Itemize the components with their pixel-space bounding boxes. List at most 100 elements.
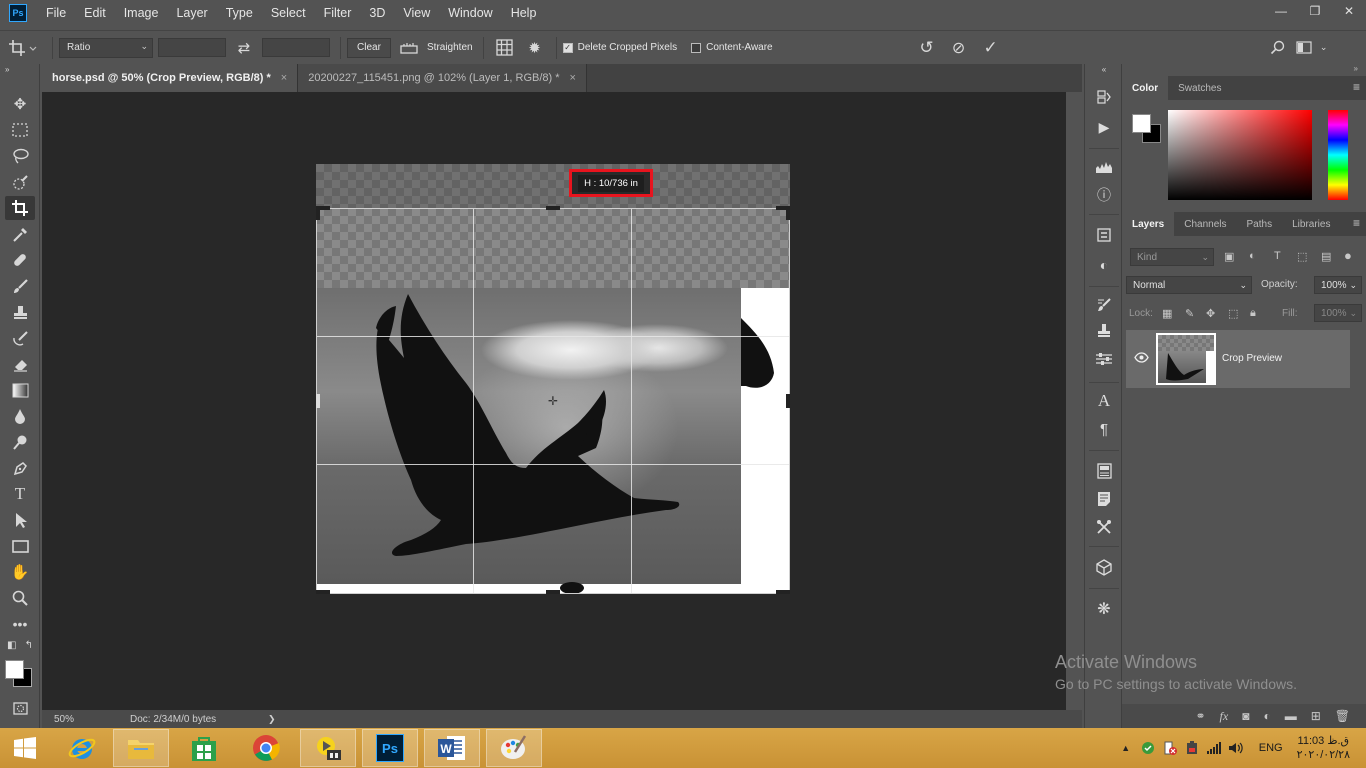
reset-icon[interactable]: ↺ xyxy=(911,38,943,58)
quick-selection-tool-icon[interactable] xyxy=(5,170,35,194)
crop-handle-top-left[interactable] xyxy=(316,206,320,220)
crop-handle-top[interactable] xyxy=(546,206,560,210)
tool-presets-panel-icon[interactable] xyxy=(1092,348,1116,370)
swap-icon[interactable]: ⇄ xyxy=(226,39,262,57)
menu-edit[interactable]: Edit xyxy=(75,0,115,26)
crop-handle-bottom[interactable] xyxy=(546,590,560,594)
photoshop-taskbar-icon[interactable]: Ps xyxy=(362,729,418,767)
menu-layer[interactable]: Layer xyxy=(167,0,216,26)
brush-tool-icon[interactable] xyxy=(5,274,35,298)
delete-layer-icon[interactable]: 🗑︎ xyxy=(1335,709,1350,723)
libraries-panel-icon[interactable] xyxy=(1092,460,1116,482)
file-explorer-icon[interactable] xyxy=(113,729,169,767)
zoom-tool-icon[interactable] xyxy=(5,586,35,610)
clone-stamp-tool-icon[interactable] xyxy=(5,300,35,324)
collapse-arrows-icon[interactable]: » xyxy=(5,64,35,74)
panel-menu-icon[interactable]: ≡ xyxy=(1353,216,1360,230)
menu-image[interactable]: Image xyxy=(115,0,168,26)
close-icon[interactable]: × xyxy=(570,72,576,84)
tools-panel-icon[interactable] xyxy=(1092,516,1116,538)
rectangle-tool-icon[interactable] xyxy=(5,534,35,558)
straighten-icon[interactable] xyxy=(391,41,427,55)
content-aware-checkbox[interactable] xyxy=(691,42,702,53)
clock[interactable]: 11:03 ق.ظ ۲۰۲۰/۰۲/۲۸ xyxy=(1297,734,1350,762)
start-button[interactable] xyxy=(0,729,50,767)
crop-handle-bottom-right[interactable] xyxy=(776,590,790,594)
blur-tool-icon[interactable] xyxy=(5,404,35,428)
ratio-width-input[interactable] xyxy=(158,38,226,57)
tab-swatches[interactable]: Swatches xyxy=(1168,76,1231,100)
healing-brush-tool-icon[interactable] xyxy=(5,248,35,272)
history-panel-icon[interactable] xyxy=(1092,86,1116,108)
tab-layers[interactable]: Layers xyxy=(1122,212,1175,236)
word-icon[interactable]: W xyxy=(424,729,480,767)
3d-panel-icon[interactable] xyxy=(1092,556,1116,578)
foreground-color-swatch[interactable] xyxy=(1132,114,1151,133)
fill-input[interactable]: 100% ⌄ xyxy=(1314,304,1362,322)
path-selection-tool-icon[interactable] xyxy=(5,508,35,532)
tab-20200227-png[interactable]: 20200227_115451.png @ 102% (Layer 1, RGB… xyxy=(298,64,587,92)
content-aware-label[interactable]: Content-Aware xyxy=(706,42,773,53)
menu-filter[interactable]: Filter xyxy=(315,0,361,26)
brushes-panel-icon[interactable] xyxy=(1092,294,1116,316)
notes-panel-icon[interactable] xyxy=(1092,488,1116,510)
commit-check-icon[interactable]: ✓ xyxy=(975,38,1007,58)
tab-libraries[interactable]: Libraries xyxy=(1282,212,1340,236)
menu-type[interactable]: Type xyxy=(217,0,262,26)
show-hidden-icons-icon[interactable]: ▲ xyxy=(1117,739,1135,757)
network-signal-icon[interactable] xyxy=(1205,739,1223,757)
status-menu-arrow-icon[interactable]: ❯ xyxy=(268,714,276,725)
opacity-input[interactable]: 100% ⌄ xyxy=(1314,276,1362,294)
crop-handle-left[interactable] xyxy=(316,394,320,408)
gear-icon[interactable]: ✹ xyxy=(520,39,550,57)
character-panel-icon[interactable]: A xyxy=(1092,390,1116,412)
paint-icon[interactable] xyxy=(486,729,542,767)
crop-tool-preset-icon[interactable] xyxy=(0,39,46,57)
foreground-background-color[interactable] xyxy=(5,658,35,688)
security-icon[interactable] xyxy=(1139,739,1157,757)
cancel-icon[interactable]: ⊘ xyxy=(943,38,975,58)
menu-help[interactable]: Help xyxy=(502,0,546,26)
menu-view[interactable]: View xyxy=(394,0,439,26)
lock-transparent-icon[interactable]: ▦ xyxy=(1162,307,1172,320)
crop-tool-icon[interactable] xyxy=(5,196,35,220)
lock-position-icon[interactable]: ✥ xyxy=(1206,307,1215,320)
chrome-icon[interactable] xyxy=(238,729,294,767)
default-colors-icon[interactable]: ◧ ↰ xyxy=(5,638,35,652)
quick-mask-icon[interactable] xyxy=(5,696,35,720)
hue-slider[interactable] xyxy=(1328,110,1348,200)
lock-pixels-icon[interactable]: ✎ xyxy=(1185,307,1194,320)
marquee-tool-icon[interactable] xyxy=(5,118,35,142)
crop-handle-right[interactable] xyxy=(786,394,790,408)
straighten-label[interactable]: Straighten xyxy=(427,42,473,53)
new-group-icon[interactable]: ▬ xyxy=(1285,709,1297,723)
tab-paths[interactable]: Paths xyxy=(1237,212,1283,236)
info-panel-icon[interactable]: ⓘ xyxy=(1092,184,1116,206)
eraser-tool-icon[interactable] xyxy=(5,352,35,376)
menu-select[interactable]: Select xyxy=(262,0,315,26)
layer-name[interactable]: Crop Preview xyxy=(1222,353,1282,364)
crop-handle-top-right[interactable] xyxy=(786,206,790,220)
lock-all-icon[interactable]: 🔒︎ xyxy=(1250,307,1256,320)
color-picker-field[interactable] xyxy=(1168,110,1312,200)
zoom-level[interactable]: 50% xyxy=(42,714,82,725)
minimize-button[interactable]: — xyxy=(1264,0,1298,22)
layer-row-crop-preview[interactable]: Crop Preview xyxy=(1126,330,1350,388)
clone-source-panel-icon[interactable] xyxy=(1092,320,1116,342)
tab-channels[interactable]: Channels xyxy=(1174,212,1236,236)
internet-explorer-icon[interactable] xyxy=(54,729,110,767)
restore-button[interactable]: ❐ xyxy=(1298,0,1332,22)
history-brush-tool-icon[interactable] xyxy=(5,326,35,350)
filter-smart-object-icon[interactable]: ▤ xyxy=(1321,250,1331,263)
eyedropper-tool-icon[interactable] xyxy=(5,222,35,246)
filter-shape-icon[interactable]: ⬚ xyxy=(1297,250,1307,263)
collapse-arrows-icon[interactable]: « xyxy=(1092,64,1116,74)
ratio-select[interactable]: Ratio ⌄ xyxy=(59,37,153,58)
collapse-arrows-icon[interactable]: » xyxy=(1354,64,1358,73)
adjustments-panel-icon[interactable]: ◐ xyxy=(1092,254,1116,276)
volume-icon[interactable] xyxy=(1227,739,1245,757)
store-icon[interactable] xyxy=(176,729,232,767)
close-button[interactable]: ✕ xyxy=(1332,0,1366,22)
filter-pixel-icon[interactable]: ▣ xyxy=(1224,250,1234,263)
delete-cropped-checkbox[interactable]: ✓ xyxy=(562,42,573,53)
